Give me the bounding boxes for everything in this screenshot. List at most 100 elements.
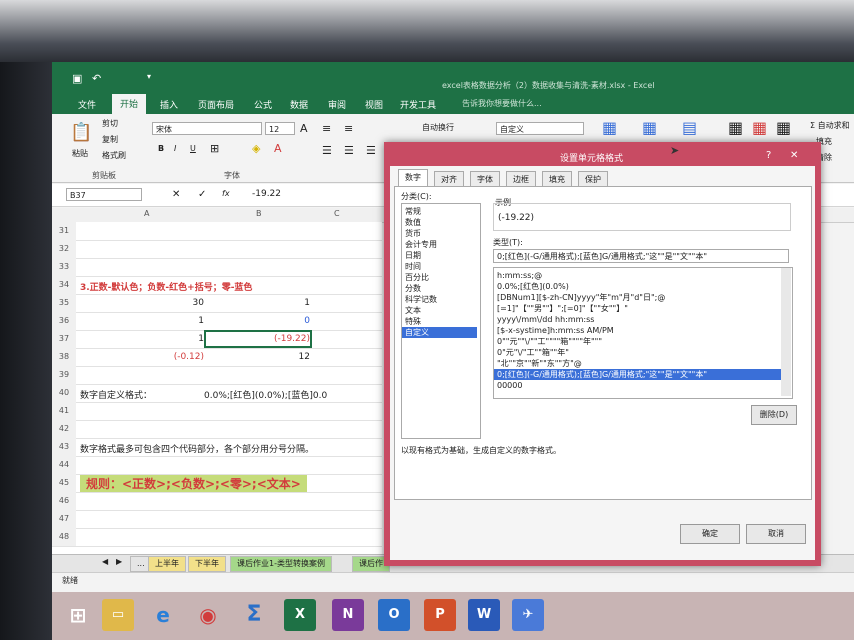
table-row[interactable]: 38 (-0.12) 12 xyxy=(52,348,382,367)
category-item[interactable]: 文本 xyxy=(402,305,477,316)
row-number[interactable]: 43 xyxy=(52,438,76,456)
cell-b[interactable]: 0.0%;[红色](0.0%);[蓝色]0.0 xyxy=(204,388,327,401)
powerpoint-icon[interactable]: P xyxy=(424,599,456,631)
underline-button[interactable]: U xyxy=(190,144,196,153)
undo-icon[interactable]: ↶ xyxy=(92,72,101,85)
category-item[interactable]: 货币 xyxy=(402,228,477,239)
tab-view[interactable]: 视图 xyxy=(365,98,383,111)
table-row[interactable]: 36 1 0 xyxy=(52,312,382,331)
italic-button[interactable]: I xyxy=(174,144,176,153)
delete-cells-icon[interactable]: ▦ xyxy=(752,118,767,137)
sheet-nav-left-icon[interactable]: ◀ xyxy=(102,557,108,566)
format-item[interactable]: [DBNum1][$-zh-CN]yyyy"年"m"月"d"日";@ xyxy=(494,292,785,303)
table-row[interactable]: 46 xyxy=(52,492,382,511)
format-item[interactable]: h:mm:ss;@ xyxy=(494,270,785,281)
row-number[interactable]: 41 xyxy=(52,402,76,420)
cell-b[interactable]: 12 xyxy=(299,352,310,362)
cell-b[interactable]: 1 xyxy=(304,298,310,308)
cell-a[interactable]: 1 xyxy=(198,316,204,326)
table-row[interactable]: 41 xyxy=(52,402,382,421)
dialog-tab-alignment[interactable]: 对齐 xyxy=(434,171,464,187)
table-row[interactable]: 39 xyxy=(52,366,382,385)
row-number[interactable]: 31 xyxy=(52,222,76,240)
tab-data[interactable]: 数据 xyxy=(290,98,308,111)
sheet-tab-second-half[interactable]: 下半年 xyxy=(188,556,226,572)
chrome-icon[interactable]: ◉ xyxy=(192,599,224,631)
border-icon[interactable]: ⊞ xyxy=(210,142,219,155)
cell-a[interactable]: 数字格式最多可包含四个代码部分，各个部分用分号分隔。 xyxy=(80,442,314,455)
file-explorer-icon[interactable]: ▭ xyxy=(102,599,134,631)
row-number[interactable]: 40 xyxy=(52,384,76,402)
row-number[interactable]: 42 xyxy=(52,420,76,438)
format-item[interactable]: 0;[红色](-G/通用格式);[蓝色]G/通用格式;"这""是""文""本" xyxy=(494,369,785,380)
category-item[interactable]: 常规 xyxy=(402,206,477,217)
font-color-icon[interactable]: A xyxy=(274,142,282,155)
format-cells-icon[interactable]: ▦ xyxy=(776,118,791,137)
tab-insert[interactable]: 插入 xyxy=(160,98,178,111)
dialog-tab-fill[interactable]: 填充 xyxy=(542,171,572,187)
bold-button[interactable]: B xyxy=(158,144,164,153)
font-name-select[interactable]: 宋体 xyxy=(152,122,262,135)
insert-cells-icon[interactable]: ▦ xyxy=(728,118,743,137)
format-item[interactable]: 0""元""\/""工""""箱""""年""" xyxy=(494,336,785,347)
format-painter-button[interactable]: 格式刷 xyxy=(102,150,126,161)
cell-a[interactable]: 3.正数-默认色；负数-红色+括号；零-蓝色 xyxy=(80,280,252,293)
row-number[interactable]: 32 xyxy=(52,240,76,258)
conditional-format-icon[interactable]: ▦ xyxy=(602,118,617,137)
category-item[interactable]: 会计专用 xyxy=(402,239,477,250)
cell-style-icon[interactable]: ▤ xyxy=(682,118,697,137)
worksheet-grid[interactable]: 31 32 33 34 3.正数-默认色；负数-红色+括号；零-蓝色 35 30 1 36 1 0 3… xyxy=(52,222,382,554)
format-item[interactable]: 00000 xyxy=(494,380,785,391)
category-item[interactable]: 分数 xyxy=(402,283,477,294)
align-middle-icon[interactable]: ≡ xyxy=(344,122,353,135)
table-row[interactable]: 45 规则：<正数>;<负数>;<零>;<文本> xyxy=(52,474,382,493)
row-number[interactable]: 34 xyxy=(52,276,76,294)
category-item[interactable]: 自定义 xyxy=(402,327,477,338)
row-number[interactable]: 45 xyxy=(52,474,76,492)
format-item[interactable]: 0"元"\/"工""箱""年" xyxy=(494,347,785,358)
wrap-text-button[interactable]: 自动换行 xyxy=(422,122,454,133)
table-row[interactable]: 31 xyxy=(52,222,382,241)
category-item[interactable]: 日期 xyxy=(402,250,477,261)
cell-a[interactable]: 规则：<正数>;<负数>;<零>;<文本> xyxy=(80,475,307,492)
column-header-a[interactable]: A xyxy=(144,209,149,218)
autosum-button[interactable]: Σ 自动求和 xyxy=(810,120,850,131)
format-list[interactable]: h:mm:ss;@ 0.0%;[红色](0.0%) [DBNum1][$-zh-CN… xyxy=(493,267,793,399)
row-number[interactable]: 36 xyxy=(52,312,76,330)
row-number[interactable]: 37 xyxy=(52,330,76,348)
copy-button[interactable]: 复制 xyxy=(102,134,118,145)
cell-a[interactable]: 数字自定义格式： xyxy=(80,388,152,401)
dialog-tab-protection[interactable]: 保护 xyxy=(578,171,608,187)
excel-icon[interactable]: X xyxy=(284,599,316,631)
internet-explorer-icon[interactable]: e xyxy=(147,599,179,631)
ok-button[interactable]: 确定 xyxy=(680,524,740,544)
cut-button[interactable]: 剪切 xyxy=(102,118,118,129)
table-row[interactable]: 43 数字格式最多可包含四个代码部分，各个部分用分号分隔。 xyxy=(52,438,382,457)
dialog-tab-number[interactable]: 数字 xyxy=(398,169,428,187)
row-number[interactable]: 44 xyxy=(52,456,76,474)
sheet-tab-homework-1[interactable]: 课后作业1-类型转换案例 xyxy=(230,556,332,572)
category-item[interactable]: 时间 xyxy=(402,261,477,272)
category-item[interactable]: 数值 xyxy=(402,217,477,228)
table-row[interactable]: 48 xyxy=(52,528,382,547)
tab-review[interactable]: 审阅 xyxy=(328,98,346,111)
enter-icon[interactable]: ✓ xyxy=(198,189,206,200)
category-item[interactable]: 科学记数 xyxy=(402,294,477,305)
column-header-b[interactable]: B xyxy=(256,209,262,218)
cancel-button[interactable]: 取消 xyxy=(746,524,806,544)
tell-me-box[interactable]: 告诉我你想要做什么... xyxy=(462,98,542,109)
sheet-nav-right-icon[interactable]: ▶ xyxy=(116,557,122,566)
format-item[interactable]: 0.0%;[红色](0.0%) xyxy=(494,281,785,292)
category-item[interactable]: 特殊 xyxy=(402,316,477,327)
sheet-tab-first-half[interactable]: 上半年 xyxy=(148,556,186,572)
row-number[interactable]: 47 xyxy=(52,510,76,528)
format-item[interactable]: [=1]"【""男""】";[=0]"【""女""】" xyxy=(494,303,785,314)
table-row[interactable]: 47 xyxy=(52,510,382,529)
row-number[interactable]: 35 xyxy=(52,294,76,312)
cell-a[interactable]: (-0.12) xyxy=(174,352,204,362)
row-number[interactable]: 39 xyxy=(52,366,76,384)
save-icon[interactable]: ▣ xyxy=(72,72,82,85)
row-number[interactable]: 33 xyxy=(52,258,76,276)
word-icon[interactable]: W xyxy=(468,599,500,631)
cell-b[interactable]: 0 xyxy=(304,316,310,326)
